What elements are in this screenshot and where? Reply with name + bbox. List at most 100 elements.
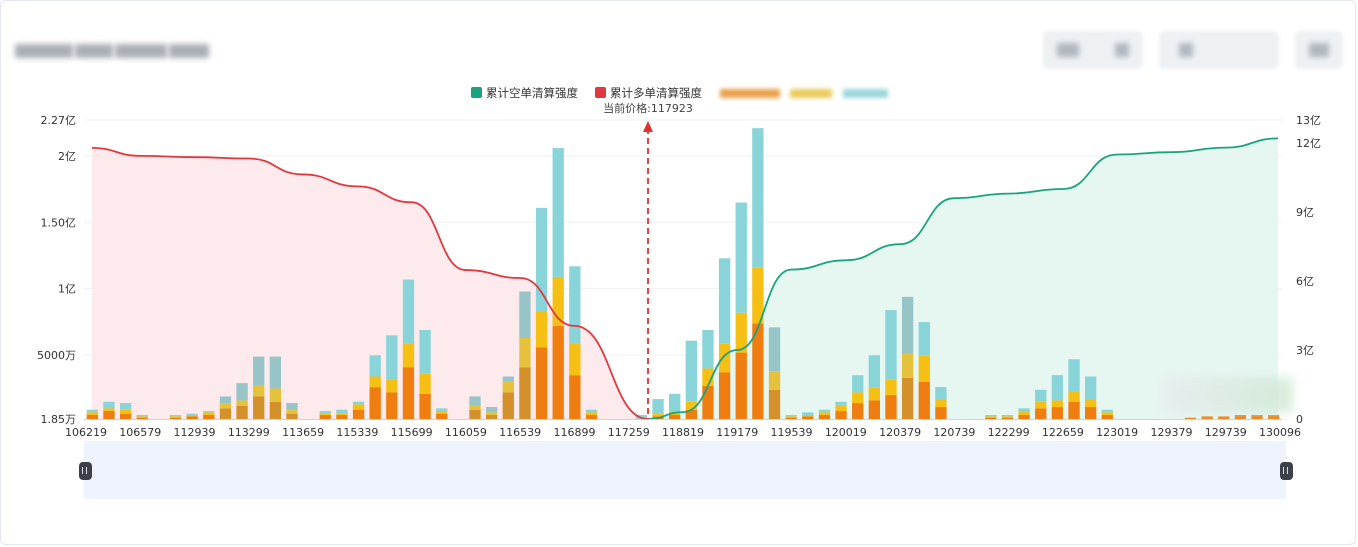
- bar-yellow: [901, 353, 914, 378]
- bar-teal: [918, 322, 930, 356]
- bar-orange: [219, 408, 232, 419]
- right-y-tick: 12亿: [1296, 137, 1321, 150]
- bar-orange: [352, 409, 365, 419]
- bar-teal: [885, 310, 897, 380]
- bar-orange: [485, 415, 498, 419]
- x-tick-label: 115699: [391, 426, 433, 439]
- bar-teal: [336, 409, 348, 414]
- bar-yellow: [535, 311, 548, 348]
- bar-teal: [1018, 408, 1030, 412]
- bar-teal: [269, 356, 282, 389]
- bar-yellow: [935, 399, 947, 408]
- bar-teal: [735, 202, 747, 313]
- liquidation-chart: 1.85万 5000万 1亿 1.50亿 2亿 2.27亿 0 3亿 6亿 9亿 12亿 13亿 1…: [37, 86, 1321, 439]
- bar-teal: [1001, 415, 1014, 417]
- bar-orange: [436, 413, 448, 419]
- bar-yellow: [103, 408, 115, 412]
- bar-teal: [868, 355, 881, 388]
- bar-yellow: [436, 411, 448, 414]
- legend: 累计空单清算强度 累计多单清算强度 当前价格:117923: [471, 86, 888, 115]
- bar-orange: [702, 385, 714, 419]
- right-y-tick: 9亿: [1296, 206, 1314, 219]
- bar-teal: [119, 403, 132, 410]
- bar-teal: [935, 387, 947, 400]
- bar-yellow: [186, 415, 198, 417]
- bar-yellow: [585, 412, 598, 416]
- bar-teal: [352, 401, 365, 405]
- bar-teal: [585, 409, 598, 413]
- bar-teal: [985, 415, 997, 417]
- bar-orange: [119, 413, 132, 419]
- bar-orange: [103, 411, 115, 419]
- current-price-marker: [643, 121, 653, 419]
- bar-orange: [1051, 407, 1064, 419]
- x-tick-label: 120019: [825, 426, 867, 439]
- bar-teal: [219, 396, 232, 404]
- bar-yellow: [985, 416, 997, 418]
- bar-orange: [835, 411, 847, 419]
- bar-teal: [236, 383, 248, 401]
- bar-orange: [1068, 401, 1080, 419]
- x-tick-label: 119179: [716, 426, 758, 439]
- bar-yellow: [253, 385, 265, 397]
- bar-orange: [136, 417, 148, 419]
- bar-yellow: [835, 405, 847, 412]
- x-tick-label: 123019: [1096, 426, 1138, 439]
- bar-teal: [752, 128, 764, 268]
- bar-teal: [652, 399, 664, 414]
- x-axis: 106219 106579 112939 113299 113659 115339 1156…: [65, 419, 1301, 439]
- bar-orange: [402, 367, 415, 419]
- bar-yellow: [852, 392, 864, 404]
- bar-orange: [419, 393, 431, 419]
- legend-swatch-short: [471, 87, 482, 98]
- bar-yellow: [169, 416, 182, 418]
- bar-teal: [519, 291, 531, 338]
- bar-orange: [1084, 407, 1097, 419]
- bar-orange: [885, 395, 897, 419]
- bar-orange: [1018, 415, 1030, 419]
- x-tick-label: 116059: [445, 426, 487, 439]
- x-tick-label: 122299: [988, 426, 1030, 439]
- x-tick-label: 129739: [1205, 426, 1247, 439]
- bar-yellow: [569, 343, 581, 376]
- bar-teal: [186, 413, 198, 416]
- bar-orange: [1268, 415, 1280, 419]
- left-y-tick: 2亿: [58, 150, 76, 163]
- bar-yellow: [1084, 399, 1097, 408]
- x-tick-label: 119539: [771, 426, 813, 439]
- bar-teal: [802, 412, 814, 416]
- bar-teal: [901, 296, 914, 354]
- bar-teal: [1101, 409, 1113, 413]
- left-y-axis: 1.85万 5000万 1亿 1.50亿 2亿 2.27亿: [37, 114, 76, 426]
- bar-yellow: [402, 343, 415, 368]
- current-price-arrow: [643, 121, 653, 132]
- bar-teal: [203, 411, 215, 413]
- bar-orange: [86, 415, 98, 419]
- bar-teal: [1068, 359, 1080, 392]
- bar-orange: [818, 415, 831, 419]
- bar-orange: [535, 347, 548, 419]
- bar-teal: [469, 396, 481, 406]
- x-tick-label: 117259: [608, 426, 650, 439]
- bar-orange: [502, 392, 514, 419]
- bar-orange: [1001, 417, 1014, 419]
- current-price-label: 当前价格:117923: [603, 101, 693, 115]
- bar-teal: [169, 415, 182, 417]
- bar-orange: [319, 415, 331, 419]
- left-y-tick: 1.85万: [41, 413, 77, 426]
- bar-yellow: [1068, 391, 1080, 402]
- left-y-tick: 2.27亿: [41, 114, 77, 127]
- bar-orange: [469, 409, 481, 419]
- bar-teal: [685, 340, 697, 402]
- bar-teal: [386, 335, 398, 380]
- bar-teal: [785, 415, 797, 417]
- bar-teal: [286, 403, 298, 410]
- left-y-tick: 5000万: [37, 349, 76, 362]
- bar-orange: [1251, 415, 1263, 419]
- bar-orange: [286, 413, 298, 419]
- bar-yellow: [818, 412, 831, 416]
- bar-yellow: [469, 405, 481, 410]
- bar-yellow: [885, 379, 897, 396]
- bar-yellow: [136, 416, 148, 418]
- bar-yellow: [203, 412, 215, 416]
